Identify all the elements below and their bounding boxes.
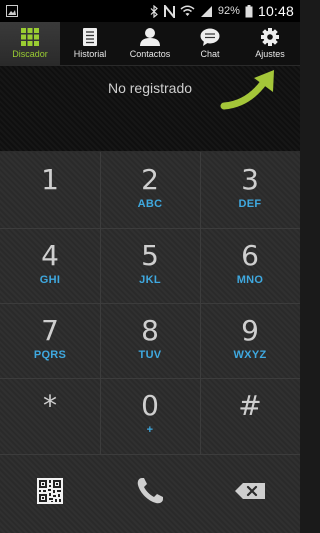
key-letters: GHI xyxy=(39,274,61,286)
key-digit: 9 xyxy=(241,314,259,347)
arrow-hint-icon xyxy=(218,68,282,115)
key-letters: ABC xyxy=(137,198,163,210)
key-digit: 6 xyxy=(241,239,259,272)
nfc-icon xyxy=(163,4,175,18)
bluetooth-icon xyxy=(150,4,159,18)
tab-ajustes[interactable]: Ajustes xyxy=(240,22,300,65)
status-bar: 92% 10:48 xyxy=(0,0,300,22)
qr-code-icon xyxy=(37,478,63,509)
key-letters: MNO xyxy=(236,274,264,286)
key-6[interactable]: 6 MNO xyxy=(200,228,300,304)
status-header: No registrado xyxy=(0,66,300,152)
tab-contactos[interactable]: Contactos xyxy=(120,22,180,65)
wifi-icon xyxy=(180,5,195,17)
phone-call-icon xyxy=(135,476,165,511)
key-7[interactable]: 7 PQRS xyxy=(0,303,100,379)
key-3[interactable]: 3 DEF xyxy=(200,152,300,228)
qr-scan-button[interactable] xyxy=(0,454,100,533)
tab-label: Ajustes xyxy=(255,49,285,59)
key-digit: 0 xyxy=(141,389,159,422)
key-8[interactable]: 8 TUV xyxy=(100,303,200,379)
key-letters: TUV xyxy=(138,349,162,361)
key-5[interactable]: 5 JKL xyxy=(100,228,200,304)
key-2[interactable]: 2 ABC xyxy=(100,152,200,228)
dialpad-icon xyxy=(21,28,39,46)
clock-time: 10:48 xyxy=(257,3,294,19)
key-digit: 8 xyxy=(141,314,159,347)
key-digit: 3 xyxy=(241,163,259,196)
key-digit: # xyxy=(238,389,262,422)
battery-percent: 92% xyxy=(217,5,240,17)
key-9[interactable]: 9 WXYZ xyxy=(200,303,300,379)
tab-chat[interactable]: Chat xyxy=(180,22,240,65)
tab-discador[interactable]: Discador xyxy=(0,22,60,65)
signal-icon xyxy=(200,5,213,17)
key-digit: 7 xyxy=(41,314,59,347)
key-letters: DEF xyxy=(238,198,262,210)
tab-label: Discador xyxy=(12,49,48,59)
key-1[interactable]: 1 xyxy=(0,152,100,228)
backspace-icon xyxy=(235,483,265,504)
tab-bar: Discador Historial Contactos Chat Ajuste… xyxy=(0,22,300,66)
key-digit: 1 xyxy=(41,163,59,196)
key-letters: WXYZ xyxy=(233,349,267,361)
battery-icon xyxy=(245,4,253,18)
tab-label: Historial xyxy=(73,49,107,59)
tab-label: Contactos xyxy=(129,49,171,59)
list-icon xyxy=(83,28,97,46)
key-letters: + xyxy=(146,424,154,436)
backspace-button[interactable] xyxy=(200,454,300,533)
action-row xyxy=(0,454,300,533)
key-0[interactable]: 0 + xyxy=(100,378,200,454)
key-4[interactable]: 4 GHI xyxy=(0,228,100,304)
key-letters: PQRS xyxy=(33,349,67,361)
key-digit: * xyxy=(43,389,57,422)
key-digit: 2 xyxy=(141,163,159,196)
tab-historial[interactable]: Historial xyxy=(60,22,120,65)
key-digit: 5 xyxy=(141,239,159,272)
tab-label: Chat xyxy=(200,49,220,59)
key-star[interactable]: * xyxy=(0,378,100,454)
key-digit: 4 xyxy=(41,239,59,272)
key-letters: JKL xyxy=(139,274,161,286)
key-hash[interactable]: # xyxy=(200,378,300,454)
chat-bubble-icon xyxy=(200,28,220,46)
image-icon xyxy=(6,4,18,22)
person-icon xyxy=(140,28,160,46)
call-button[interactable] xyxy=(100,454,200,533)
dialpad: 1 2 ABC 3 DEF 4 GHI 5 JKL 6 MNO 7 PQRS 8… xyxy=(0,152,300,533)
gear-icon xyxy=(261,28,279,46)
